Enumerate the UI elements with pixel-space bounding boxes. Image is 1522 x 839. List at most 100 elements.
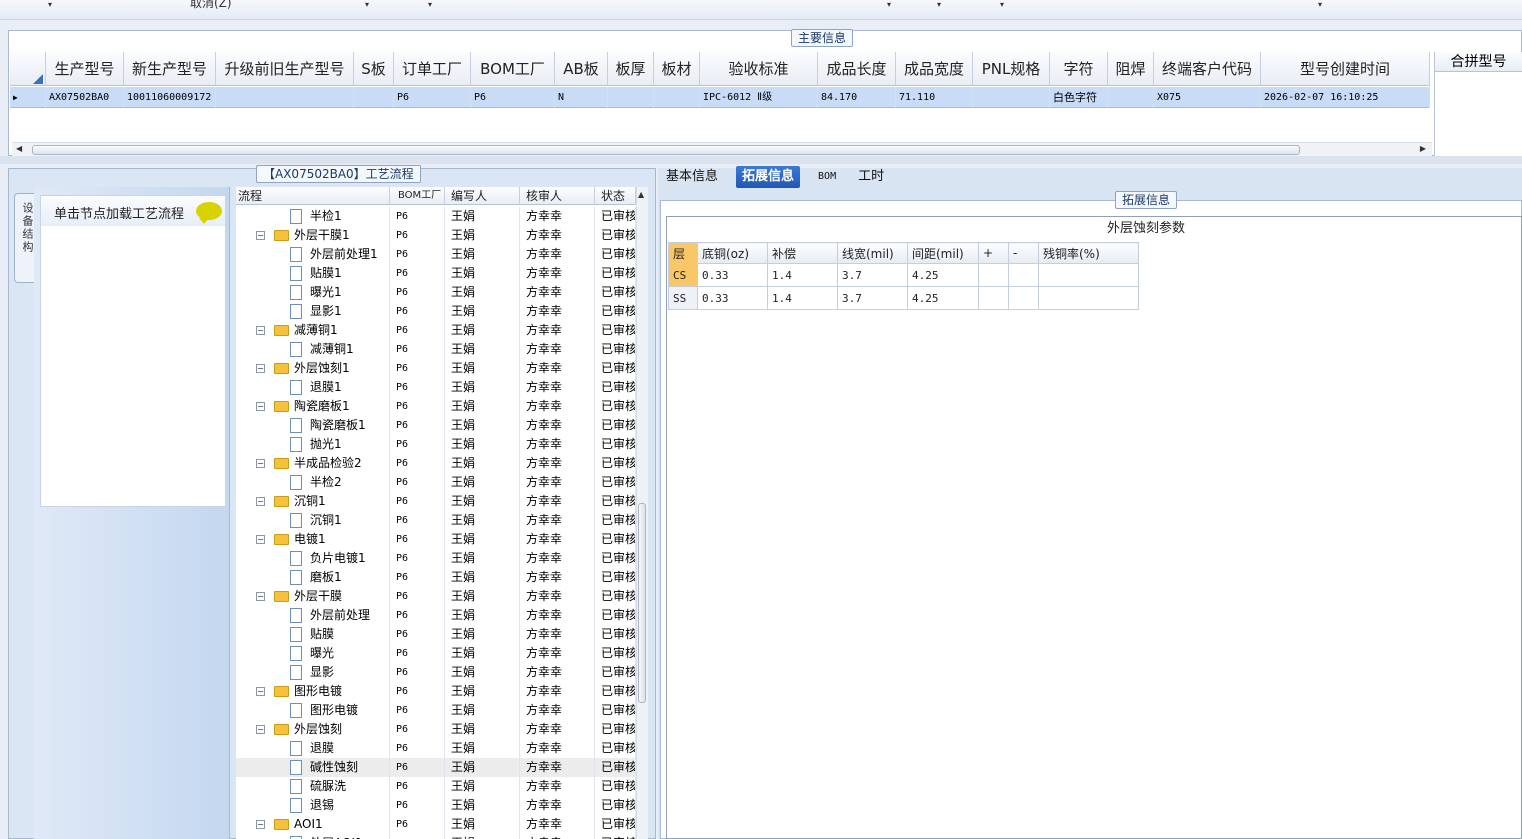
collapse-icon[interactable]: −: [256, 592, 265, 601]
col-header-production-model[interactable]: 生产型号: [46, 52, 124, 86]
tree-row[interactable]: − 陶瓷磨板1 P6 王娟 方幸幸 已审核: [236, 397, 636, 416]
tab-work-hours[interactable]: 工时: [854, 166, 888, 188]
table-row[interactable]: CS 0.33 1.4 3.7 4.25: [668, 263, 1139, 287]
tree-node[interactable]: 退膜1: [236, 378, 390, 397]
dropdown-arrow-icon[interactable]: ▾: [48, 0, 52, 9]
tree-row[interactable]: 曝光 P6 王娟 方幸幸 已审核: [236, 644, 636, 663]
tab-extended-info[interactable]: 拓展信息: [736, 166, 801, 188]
param-col-minus[interactable]: -: [1008, 242, 1039, 264]
tree-row[interactable]: 图形电镀 P6 王娟 方幸幸 已审核: [236, 701, 636, 720]
tree-col-reviewer[interactable]: 核审人: [520, 187, 595, 205]
tree-node[interactable]: 图形电镀: [236, 701, 390, 720]
tree-row[interactable]: 半检2 P6 王娟 方幸幸 已审核: [236, 473, 636, 492]
tree-row[interactable]: 磨板1 P6 王娟 方幸幸 已审核: [236, 568, 636, 587]
tree-row[interactable]: 退膜 P6 王娟 方幸幸 已审核: [236, 739, 636, 758]
tree-node[interactable]: − 电镀1: [236, 530, 390, 549]
tree-node[interactable]: 曝光: [236, 644, 390, 663]
tree-row[interactable]: 沉铜1 P6 王娟 方幸幸 已审核: [236, 511, 636, 530]
cell-customer-code[interactable]: X075: [1154, 87, 1261, 108]
param-col-spacing[interactable]: 间距(mil): [907, 242, 979, 264]
param-cell-plus[interactable]: [978, 286, 1009, 310]
tree-node[interactable]: 抛光1: [236, 435, 390, 454]
collapse-icon[interactable]: −: [256, 364, 265, 373]
param-cell-residual-copper[interactable]: [1038, 286, 1139, 310]
param-cell-layer[interactable]: CS: [668, 263, 698, 287]
tree-node[interactable]: − 外层干膜1: [236, 226, 390, 245]
cell-solder-mask[interactable]: [1108, 87, 1154, 108]
tree-node[interactable]: 贴膜1: [236, 264, 390, 283]
tab-basic-info[interactable]: 基本信息: [662, 166, 722, 188]
tree-col-status[interactable]: 状态: [595, 187, 636, 205]
col-header-new-production-model[interactable]: 新生产型号: [124, 52, 216, 86]
tree-node[interactable]: − 沉铜1: [236, 492, 390, 511]
cell-ab-board[interactable]: N: [555, 87, 608, 108]
param-cell-spacing[interactable]: 4.25: [907, 263, 979, 287]
cancel-button[interactable]: 取消(Z): [190, 0, 232, 11]
param-cell-spacing[interactable]: 4.25: [907, 286, 979, 310]
tree-node[interactable]: 磨板1: [236, 568, 390, 587]
collapse-icon[interactable]: −: [256, 497, 265, 506]
collapse-icon[interactable]: −: [256, 231, 265, 240]
table-row[interactable]: SS 0.33 1.4 3.7 4.25: [668, 286, 1139, 310]
tree-node[interactable]: 外层前处理1: [236, 245, 390, 264]
grid-corner[interactable]: [10, 52, 46, 86]
cell-length[interactable]: 84.170: [818, 87, 896, 108]
col-header-created-time[interactable]: 型号创建时间: [1261, 52, 1430, 86]
param-cell-line-width[interactable]: 3.7: [837, 286, 908, 310]
param-cell-plus[interactable]: [978, 263, 1009, 287]
param-cell-minus[interactable]: [1008, 286, 1039, 310]
tree-node[interactable]: 碱性蚀刻: [236, 758, 390, 777]
tree-node[interactable]: 减薄铜1: [236, 340, 390, 359]
cell-material[interactable]: [654, 87, 700, 108]
tree-node[interactable]: 负片电镀1: [236, 549, 390, 568]
tree-row[interactable]: 贴膜1 P6 王娟 方幸幸 已审核: [236, 264, 636, 283]
col-header-thickness[interactable]: 板厚: [608, 52, 654, 86]
tree-row[interactable]: − 减薄铜1 P6 王娟 方幸幸 已审核: [236, 321, 636, 340]
tree-scroll-thumb[interactable]: [638, 503, 646, 703]
tree-col-writer[interactable]: 编写人: [445, 187, 520, 205]
param-cell-minus[interactable]: [1008, 263, 1039, 287]
tree-node[interactable]: − 图形电镀: [236, 682, 390, 701]
dropdown-arrow-icon[interactable]: ▾: [937, 0, 941, 9]
param-cell-layer[interactable]: SS: [668, 286, 698, 310]
tree-node[interactable]: 退锡: [236, 796, 390, 815]
collapse-icon[interactable]: −: [256, 725, 265, 734]
tree-node[interactable]: − 外层蚀刻1: [236, 359, 390, 378]
dropdown-arrow-icon[interactable]: ▾: [1318, 0, 1322, 9]
col-header-ab-board[interactable]: AB板: [555, 52, 608, 86]
tree-row[interactable]: 减薄铜1 P6 王娟 方幸幸 已审核: [236, 340, 636, 359]
cell-production-model[interactable]: AX07502BA0: [46, 87, 124, 108]
horizontal-scrollbar[interactable]: ◀ ▶: [12, 142, 1432, 156]
tree-row[interactable]: − AOI1 P6 王娟 方幸幸 已审核: [236, 815, 636, 834]
horizontal-splitter[interactable]: [0, 156, 1522, 164]
tree-node[interactable]: − 陶瓷磨板1: [236, 397, 390, 416]
tree-row[interactable]: 陶瓷磨板1 P6 王娟 方幸幸 已审核: [236, 416, 636, 435]
tree-node[interactable]: 半检1: [236, 207, 390, 226]
col-header-legend[interactable]: 字符: [1050, 52, 1108, 86]
scroll-left-icon[interactable]: ◀: [16, 144, 22, 153]
col-header-pnl-spec[interactable]: PNL规格: [973, 52, 1050, 86]
col-header-length[interactable]: 成品长度: [818, 52, 896, 86]
tree-row[interactable]: 退锡 P6 王娟 方幸幸 已审核: [236, 796, 636, 815]
tab-bom[interactable]: BOM: [814, 166, 840, 188]
cell-thickness[interactable]: [608, 87, 654, 108]
tree-row[interactable]: 显影1 P6 王娟 方幸幸 已审核: [236, 302, 636, 321]
scroll-right-icon[interactable]: ▶: [1420, 144, 1426, 153]
col-header-width[interactable]: 成品宽度: [896, 52, 973, 86]
dropdown-arrow-icon[interactable]: ▾: [887, 0, 891, 9]
param-cell-compensation[interactable]: 1.4: [767, 286, 838, 310]
tree-row[interactable]: − 外层蚀刻 P6 王娟 方幸幸 已审核: [236, 720, 636, 739]
tree-node[interactable]: 贴膜: [236, 625, 390, 644]
tree-row[interactable]: 碱性蚀刻 P6 王娟 方幸幸 已审核: [236, 758, 636, 777]
collapse-icon[interactable]: −: [256, 326, 265, 335]
param-cell-base-copper[interactable]: 0.33: [697, 263, 768, 287]
collapse-icon[interactable]: −: [256, 459, 265, 468]
col-header-bom-factory[interactable]: BOM工厂: [471, 52, 555, 86]
cell-order-factory[interactable]: P6: [394, 87, 471, 108]
tree-node[interactable]: − 外层干膜: [236, 587, 390, 606]
col-header-order-factory[interactable]: 订单工厂: [394, 52, 471, 86]
tree-row[interactable]: 退膜1 P6 王娟 方幸幸 已审核: [236, 378, 636, 397]
tree-col-process[interactable]: 流程: [236, 187, 390, 205]
tree-row[interactable]: 半检1 P6 王娟 方幸幸 已审核: [236, 207, 636, 226]
cell-acceptance-standard[interactable]: IPC-6012 Ⅱ级: [700, 87, 818, 108]
